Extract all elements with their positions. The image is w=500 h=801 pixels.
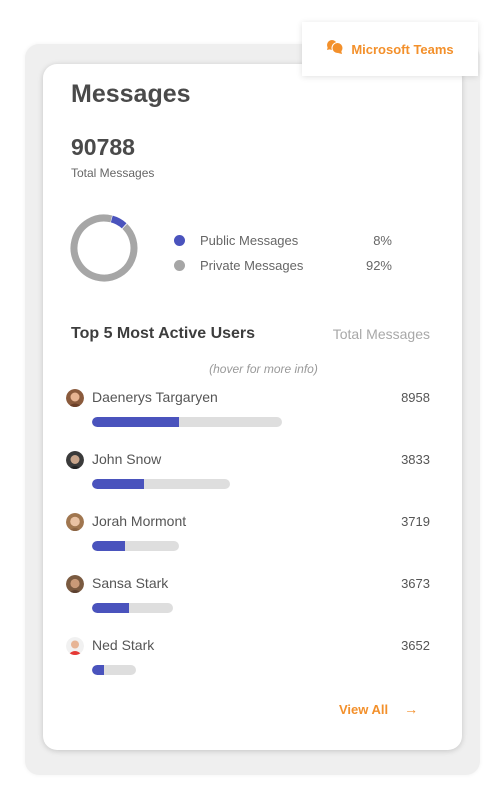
user-activity-bar xyxy=(92,417,282,427)
badge-label: Microsoft Teams xyxy=(351,41,454,57)
user-activity-bar-fill xyxy=(92,479,145,489)
avatar-icon xyxy=(66,575,84,593)
card-title: Messages xyxy=(71,80,191,108)
legend-item-public: Public Messages 8% xyxy=(174,228,392,253)
user-name: Daenerys Targaryen xyxy=(92,389,218,405)
avatar-icon xyxy=(66,451,84,469)
user-activity-bar xyxy=(92,603,173,613)
microsoft-teams-badge[interactable]: Microsoft Teams xyxy=(302,22,478,76)
user-name: Sansa Stark xyxy=(92,575,169,591)
user-activity-bar-fill xyxy=(92,665,104,675)
user-message-count: 3652 xyxy=(401,638,430,653)
user-name: Ned Stark xyxy=(92,637,155,653)
legend-percent: 8% xyxy=(373,233,392,248)
user-name: Jorah Mormont xyxy=(92,513,187,529)
avatar-icon xyxy=(66,513,84,531)
user-message-count: 8958 xyxy=(401,390,430,405)
arrow-right-icon: → xyxy=(404,701,419,717)
legend-label: Public Messages xyxy=(200,233,299,248)
total-messages-label: Total Messages xyxy=(71,166,155,180)
view-all-label: View All xyxy=(339,701,389,717)
hover-hint: (hover for more info) xyxy=(209,362,318,376)
user-row[interactable]: John Snow 3833 xyxy=(66,449,430,511)
legend-dot-private xyxy=(174,260,185,271)
legend-dot-public xyxy=(174,235,185,246)
chat-bubbles-icon xyxy=(326,39,344,60)
view-all-link[interactable]: View All → xyxy=(339,701,418,717)
user-activity-bar-fill xyxy=(92,417,180,427)
user-activity-bar-fill xyxy=(92,603,130,613)
user-activity-bar-fill xyxy=(92,541,126,551)
user-message-count: 3719 xyxy=(401,514,430,529)
user-message-count: 3833 xyxy=(401,452,430,467)
user-row[interactable]: Daenerys Targaryen 8958 xyxy=(66,387,430,449)
messages-donut-chart xyxy=(70,214,138,282)
user-row[interactable]: Sansa Stark 3673 xyxy=(66,573,430,635)
top-users-title: Top 5 Most Active Users xyxy=(71,325,256,342)
legend-item-private: Private Messages 92% xyxy=(174,253,392,278)
user-activity-bar xyxy=(92,541,179,551)
donut-slice-private xyxy=(70,214,138,282)
user-name: John Snow xyxy=(92,451,162,467)
user-message-count: 3673 xyxy=(401,576,430,591)
total-messages-value: 90788 xyxy=(71,134,135,160)
legend-percent: 92% xyxy=(365,258,392,273)
user-row[interactable]: Jorah Mormont 3719 xyxy=(66,511,430,573)
avatar-icon xyxy=(66,389,84,407)
legend-label: Private Messages xyxy=(200,258,304,273)
user-activity-bar xyxy=(92,479,230,489)
user-activity-bar xyxy=(92,665,136,675)
avatar-icon xyxy=(66,637,84,655)
user-row[interactable]: Ned Stark 3652 xyxy=(66,635,430,697)
top-users-list: Daenerys Targaryen 8958 John Snow 3833 J… xyxy=(66,387,430,697)
total-messages-column-header: Total Messages xyxy=(332,326,430,342)
donut-legend: Public Messages 8% Private Messages 92% xyxy=(174,228,392,278)
donut-slice-public xyxy=(70,214,138,282)
